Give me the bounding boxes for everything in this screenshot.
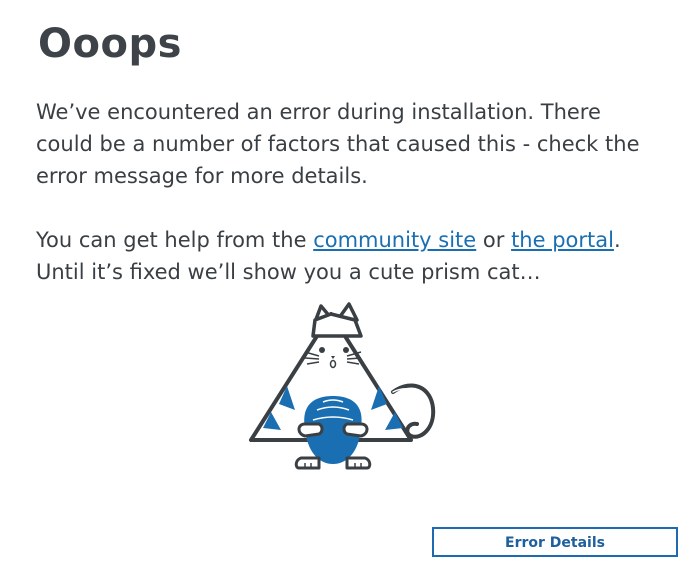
error-message-line-1: We’ve encountered an error during instal… [36,100,601,124]
error-message: We’ve encountered an error during instal… [36,96,676,192]
help-prefix: You can get help from the [36,228,314,252]
error-message-line-2: could be a number of factors that caused… [36,132,640,156]
help-line-1: You can get help from the community site… [36,224,676,256]
prism-cat-icon [249,302,436,470]
help-middle: or [476,228,512,252]
community-site-link[interactable]: community site [313,228,476,252]
help-message: You can get help from the community site… [36,224,676,288]
help-line-2: Until it’s fixed we’ll show you a cute p… [36,260,541,284]
page-title: Ooops [38,21,182,67]
prism-cat-illustration [243,300,443,480]
portal-link[interactable]: the portal [511,228,614,252]
error-message-line-3: error message for more details. [36,164,368,188]
help-suffix: . [613,228,621,252]
error-details-button[interactable]: Error Details [432,527,678,557]
